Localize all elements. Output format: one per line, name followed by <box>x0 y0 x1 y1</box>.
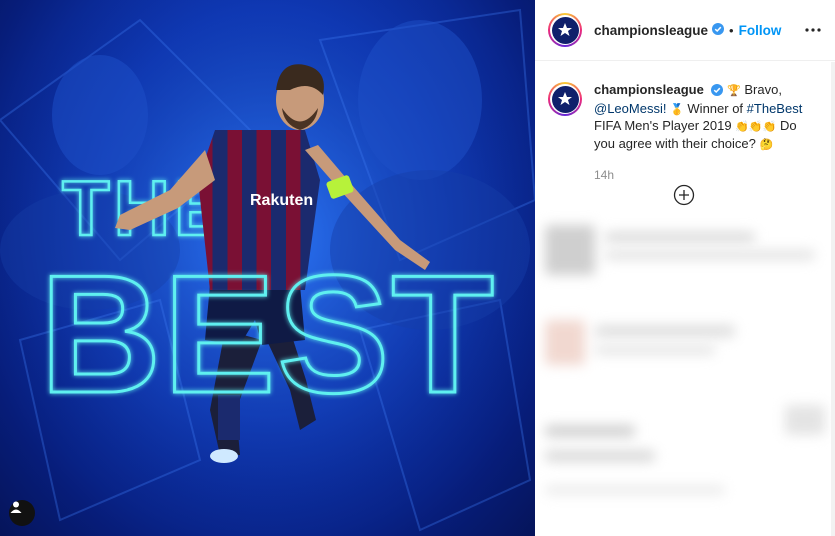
blurred-line <box>595 325 735 337</box>
blurred-avatar <box>545 225 595 275</box>
caption-avatar[interactable] <box>548 82 582 116</box>
caption: championsleague 🏆 Bravo, @LeoMessi! 🥇 Wi… <box>535 61 835 184</box>
header-avatar[interactable] <box>548 13 582 47</box>
post-timestamp[interactable]: 14h <box>594 167 807 184</box>
post-side-panel: championsleague • Follow championsleague… <box>535 0 835 536</box>
caption-text-3: FIFA Men's Player 2019 <box>594 118 732 133</box>
header-separator: • <box>729 22 734 38</box>
blurred-line <box>605 232 755 242</box>
scrollbar[interactable] <box>831 62 835 536</box>
blurred-icon <box>785 405 825 435</box>
thinking-emoji: 🤔 <box>759 137 774 151</box>
user-icon <box>10 501 22 513</box>
blurred-line <box>595 345 715 355</box>
load-more-comments-button[interactable] <box>673 184 695 206</box>
verified-badge-icon <box>712 22 725 38</box>
trophy-emoji: 🏆 <box>727 84 741 97</box>
mention-link[interactable]: @LeoMessi! <box>594 101 666 116</box>
caption-text-2: Winner of <box>687 100 744 116</box>
caption-username[interactable]: championsleague <box>594 82 704 97</box>
plus-circle-icon <box>673 184 695 206</box>
clap-emoji: 👏👏👏 <box>735 120 777 133</box>
follow-button[interactable]: Follow <box>739 23 782 38</box>
header-username[interactable]: championsleague <box>594 23 708 38</box>
user-tag-button[interactable] <box>9 500 35 526</box>
verified-badge-icon <box>711 84 724 101</box>
post-artwork: THE Rakuten BEST <box>0 0 535 536</box>
starball-logo-icon <box>558 92 572 105</box>
post-image[interactable]: THE Rakuten BEST <box>0 0 535 536</box>
caption-body: championsleague 🏆 Bravo, @LeoMessi! 🥇 Wi… <box>594 82 807 184</box>
medal-emoji: 🥇 <box>670 102 684 116</box>
blurred-avatar <box>545 320 585 365</box>
blurred-comments <box>535 210 835 536</box>
hashtag-link[interactable]: #TheBest <box>747 101 803 116</box>
blurred-line <box>605 250 815 260</box>
blurred-line <box>545 485 725 495</box>
image-text-best: BEST <box>40 240 496 428</box>
more-options-button[interactable] <box>805 28 821 32</box>
post-header: championsleague • Follow <box>535 0 835 61</box>
more-horizontal-icon <box>805 28 821 32</box>
jersey-sponsor-text: Rakuten <box>250 192 313 209</box>
caption-text-1: Bravo, <box>744 82 782 97</box>
starball-logo-icon <box>558 23 572 36</box>
blurred-line <box>545 450 655 462</box>
blurred-line <box>545 425 635 437</box>
